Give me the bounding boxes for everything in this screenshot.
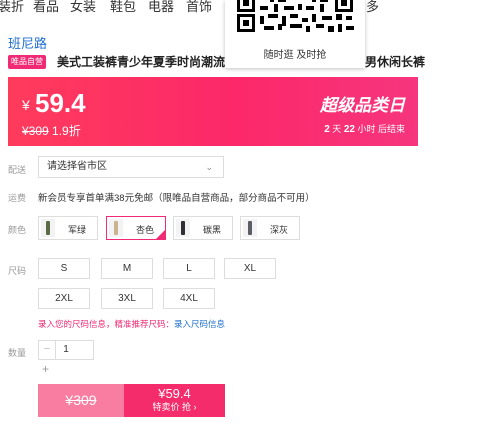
original-price: ¥309: [22, 124, 49, 138]
color-option[interactable]: 碳黑: [173, 216, 233, 240]
pants-icon: [46, 221, 50, 235]
original-price-row: ¥309 1.9折: [22, 122, 81, 139]
pants-icon: [114, 221, 118, 235]
quantity-label: 数量: [8, 348, 27, 358]
color-label: 颜色: [8, 225, 27, 235]
product-title: 美式工装裤青少年夏季时尚潮流: [57, 55, 226, 69]
color-option-label: 碳黑: [202, 225, 221, 235]
size-option[interactable]: 3XL: [101, 288, 153, 309]
brand-link[interactable]: 班尼路: [8, 33, 47, 52]
size-option[interactable]: S: [38, 258, 90, 279]
color-thumbnail: [109, 219, 123, 237]
nav-item[interactable]: 电器: [148, 0, 174, 14]
delivery-label: 配送: [8, 165, 27, 175]
color-option[interactable]: 深灰: [240, 216, 300, 240]
countdown-hours: 22: [343, 124, 355, 135]
buy-price: ¥59.4: [158, 386, 191, 401]
quantity-value[interactable]: 1: [56, 341, 76, 359]
pants-icon: [248, 221, 252, 235]
countdown-days-unit: 天: [332, 124, 342, 134]
color-option-label: 军绿: [67, 225, 86, 235]
size-option[interactable]: L: [163, 258, 215, 279]
region-select[interactable]: 请选择省市区 ⌄: [38, 156, 224, 178]
color-thumbnail: [243, 219, 257, 237]
region-placeholder: 请选择省市区: [47, 161, 107, 172]
buy-now-button[interactable]: ¥59.4 特卖价 抢 ›: [124, 384, 225, 417]
shipping-label: 运费: [8, 193, 27, 203]
countdown-suffix: 后结束: [377, 124, 405, 134]
qr-caption: 随时逛 及时抢: [263, 50, 327, 61]
size-option[interactable]: XL: [224, 258, 276, 279]
nav-item[interactable]: 看品: [33, 0, 59, 14]
color-option[interactable]: 军绿: [38, 216, 98, 240]
pants-icon: [181, 221, 185, 235]
size-info-link[interactable]: 录入尺码信息: [174, 319, 225, 329]
product-title-tail: 男休闲长裤: [365, 55, 426, 69]
nav-item[interactable]: 多: [366, 0, 379, 14]
self-operated-badge: 唯品自营: [8, 55, 46, 69]
color-option[interactable]: 杏色: [106, 216, 166, 240]
size-option[interactable]: 2XL: [38, 288, 90, 309]
nav-item[interactable]: 装折: [0, 0, 24, 14]
color-thumbnail: [176, 219, 190, 237]
countdown-days: 2: [324, 124, 330, 135]
minus-button[interactable]: −: [39, 341, 56, 359]
original-price-button[interactable]: ¥309: [38, 384, 124, 417]
size-hint: 录入您的尺码信息，精准推荐尺码：录入尺码信息: [38, 318, 225, 330]
discount-rate: 1.9折: [52, 124, 81, 138]
original-price-button-label: ¥309: [65, 392, 97, 408]
countdown-hours-unit: 小时: [357, 124, 376, 134]
size-option[interactable]: 4XL: [163, 288, 215, 309]
color-option-label: 深灰: [269, 225, 288, 235]
sale-price: 59.4: [35, 88, 86, 118]
size-hint-text: 录入您的尺码信息，精准推荐尺码：: [38, 319, 175, 329]
nav-item[interactable]: 首饰: [186, 0, 212, 14]
buy-label: 特卖价 抢 ›: [152, 402, 197, 412]
qr-code-icon: [234, 0, 356, 32]
promo-title: 超级品类日: [320, 96, 405, 115]
size-option[interactable]: M: [101, 258, 153, 279]
selected-check-icon: [156, 230, 165, 239]
nav-item[interactable]: 鞋包: [110, 0, 136, 14]
plus-button[interactable]: +: [42, 362, 49, 376]
shipping-info: 新会员专享首单满38元免邮（限唯品自营商品，部分商品不可用）: [38, 193, 315, 204]
qr-popup: 随时逛 及时抢: [225, 0, 365, 68]
currency-symbol: ¥: [22, 97, 30, 113]
color-thumbnail: [41, 219, 55, 237]
nav-item[interactable]: 女装: [70, 0, 96, 14]
price-banner: ¥ 59.4 ¥309 1.9折 超级品类日 2 天 22 小时 后结束: [8, 77, 418, 146]
size-label: 尺码: [8, 266, 27, 276]
chevron-down-icon: ⌄: [205, 162, 213, 172]
quantity-stepper[interactable]: − 1: [38, 340, 94, 360]
countdown: 2 天 22 小时 后结束: [324, 122, 405, 135]
